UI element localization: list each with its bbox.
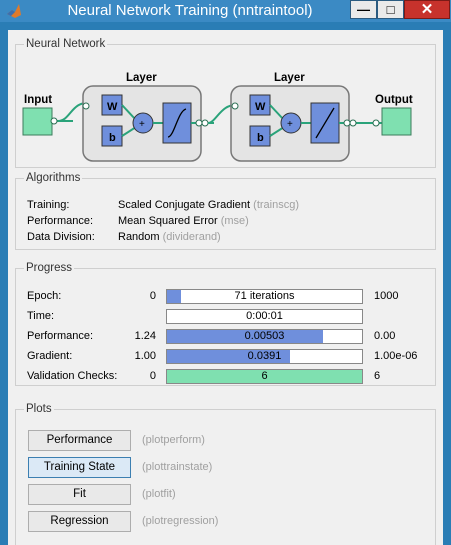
progress-bar: 0.0391 [166,349,363,364]
progress-max-value: 0.00 [374,330,396,342]
neural-network-panel: Neural Network Input Layer Layer Output … [15,38,436,168]
minimize-button[interactable]: — [350,0,377,19]
progress-min-value: 0 [149,290,156,302]
algorithm-value: Random (dividerand) [118,231,221,243]
progress-bar-text: 0:00:01 [246,310,283,322]
plots-panel: Plots Performance (plotperform) Training S… [15,403,436,545]
progress-min-value: 0 [149,370,156,382]
algorithms-title: Algorithms [24,172,83,184]
plot-function-name: (plottrainstate) [142,461,213,473]
progress-panel: Progress Epoch: 0 71 iterations 1000 Time: 0:… [15,262,436,386]
plot-button-fit[interactable]: Fit [28,484,131,505]
progress-label: Performance: [27,330,94,342]
plot-button-training-state[interactable]: Training State [28,457,131,478]
maximize-button[interactable]: □ [377,0,404,19]
window-client-area: Neural Network Input Layer Layer Output … [8,30,443,545]
progress-label: Validation Checks: [27,370,118,382]
close-button[interactable]: ✕ [404,0,450,19]
layer-1-label: Layer [126,72,157,84]
layer-1-bias-label: b [109,132,116,144]
title-bar: Neural Network Training (nntraintool) — … [0,0,451,22]
algorithm-function: (mse) [220,215,249,227]
algorithms-panel: Algorithms Training: Scaled Conjugate Gra… [15,172,436,250]
algorithm-function: (trainscg) [253,199,299,211]
progress-max-value: 1.00e-06 [374,350,418,362]
plot-function-name: (plotfit) [142,488,176,500]
progress-bar-text: 0.0391 [247,350,282,362]
matlab-app-icon [7,4,21,18]
layer-2-bias-label: b [257,132,264,144]
layer-1-sum-label: + [139,119,145,130]
progress-label: Gradient: [27,350,73,362]
plot-button-regression[interactable]: Regression [28,511,131,532]
plot-function-name: (plotperform) [142,434,205,446]
progress-bar: 0:00:01 [166,309,363,324]
algorithm-label: Training: [27,199,70,211]
output-label: Output [375,94,413,106]
progress-min-value: 1.24 [134,330,156,342]
input-node [22,107,53,136]
algorithm-name: Random [118,231,160,243]
plots-title: Plots [24,403,54,415]
progress-bar-text: 6 [261,370,268,382]
network-diagram: Input Layer Layer Output W b + W b + [22,72,413,162]
algorithm-label: Performance: [27,215,94,227]
algorithm-label: Data Division: [27,231,95,243]
progress-bar-text: 71 iterations [234,290,295,302]
algorithm-value: Scaled Conjugate Gradient (trainscg) [118,199,299,211]
layer-2-weight-label: W [255,101,266,113]
layer-2-sum-label: + [287,119,293,130]
window-title: Neural Network Training (nntraintool) [67,2,313,19]
progress-bar: 6 [166,369,363,384]
progress-title: Progress [24,262,75,274]
layer-2-label: Layer [274,72,305,84]
progress-bar: 71 iterations [166,289,363,304]
layer-1-weight-label: W [107,101,118,113]
input-label: Input [24,94,52,106]
algorithm-name: Mean Squared Error [118,215,218,227]
plot-button-performance[interactable]: Performance [28,430,131,451]
plot-function-name: (plotregression) [142,515,219,527]
progress-label: Epoch: [27,290,62,302]
progress-bar: 0.00503 [166,329,363,344]
progress-label: Time: [27,310,55,322]
algorithm-value: Mean Squared Error (mse) [118,215,249,227]
algorithm-function: (dividerand) [162,231,221,243]
progress-min-value: 1.00 [134,350,156,362]
progress-bar-text: 0.00503 [244,330,285,342]
output-node [381,107,412,136]
progress-max-value: 6 [374,370,381,382]
algorithm-name: Scaled Conjugate Gradient [118,199,251,211]
progress-max-value: 1000 [374,290,399,302]
